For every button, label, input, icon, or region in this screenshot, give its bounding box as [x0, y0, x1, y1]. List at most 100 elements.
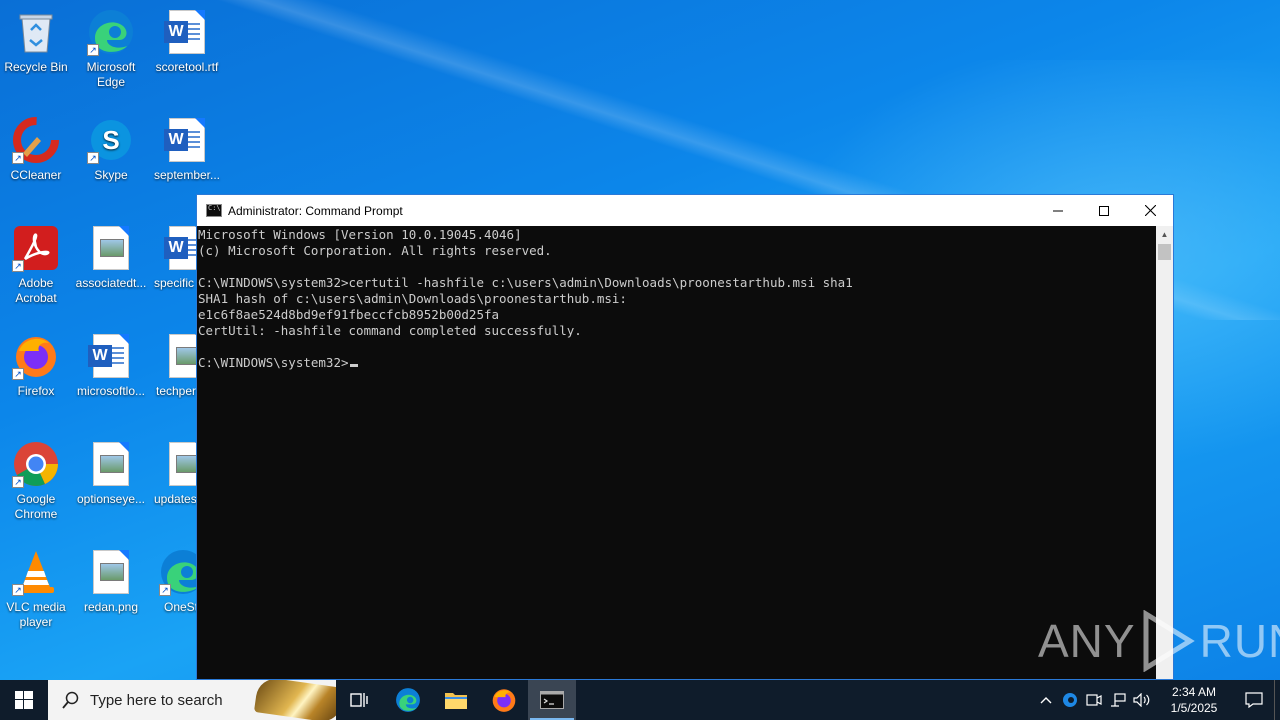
- desktop-icon-microsoft-edge[interactable]: ↗ Microsoft Edge: [73, 8, 149, 90]
- task-view-icon: [350, 693, 368, 707]
- desktop-icon-google-chrome[interactable]: ↗ Google Chrome: [0, 440, 74, 522]
- desktop-icon-label: updates: [154, 492, 196, 506]
- console-prompt: C:\WINDOWS\system32>: [198, 355, 349, 370]
- minimize-icon: [1053, 210, 1063, 211]
- vlc-icon: ↗: [12, 548, 60, 596]
- close-icon: [1144, 205, 1156, 216]
- desktop-icon-optionseye[interactable]: optionseye...: [73, 440, 149, 507]
- desktop-icon-microsoftlo[interactable]: W microsoftlo...: [73, 332, 149, 399]
- desktop-icon-label: microsoftlo...: [76, 384, 145, 398]
- edge-icon: ↗: [87, 8, 135, 56]
- desktop-icon-label: september...: [153, 168, 221, 182]
- maximize-button[interactable]: [1081, 195, 1127, 226]
- word-document-icon: W: [163, 8, 211, 56]
- anyrun-watermark: ANY RUN: [1038, 610, 1280, 672]
- console-prompt-line[interactable]: C:\WINDOWS\system32>: [198, 355, 1157, 371]
- desktop-icon-ccleaner[interactable]: ↗ CCleaner: [0, 116, 74, 183]
- desktop-icon-scoretool[interactable]: W scoretool.rtf: [149, 8, 225, 75]
- watermark-text-left: ANY: [1038, 615, 1136, 667]
- close-button[interactable]: [1127, 195, 1173, 226]
- tray-app-button[interactable]: [1058, 680, 1082, 720]
- image-file-icon: [87, 224, 135, 272]
- desktop-icon-label: redan.png: [83, 600, 139, 614]
- desktop-icon-september[interactable]: W september...: [149, 116, 225, 183]
- desktop-icon-adobe-acrobat[interactable]: ↗ Adobe Acrobat: [0, 224, 74, 306]
- command-prompt-icon[interactable]: [206, 204, 222, 217]
- search-highlight-image: [253, 680, 336, 720]
- desktop-icon-vlc[interactable]: ↗ VLC media player: [0, 548, 74, 630]
- shortcut-arrow-icon: ↗: [87, 44, 99, 56]
- word-document-icon: W: [163, 116, 211, 164]
- shortcut-arrow-icon: ↗: [12, 368, 24, 380]
- console-line: CertUtil: -hashfile command completed su…: [198, 323, 582, 338]
- play-triangle-icon: [1143, 610, 1195, 672]
- desktop-icon-redan[interactable]: redan.png: [73, 548, 149, 615]
- taskbar-clock[interactable]: 2:34 AM 1/5/2025: [1154, 684, 1234, 716]
- search-icon: [62, 691, 79, 709]
- scrollbar-thumb[interactable]: [1158, 244, 1171, 260]
- firefox-icon: [492, 689, 516, 712]
- taskbar-edge[interactable]: [384, 680, 432, 720]
- recycle-bin-icon: [12, 8, 60, 56]
- taskbar-command-prompt[interactable]: [528, 680, 576, 720]
- shortcut-arrow-icon: ↗: [12, 260, 24, 272]
- taskbar-file-explorer[interactable]: [432, 680, 480, 720]
- volume-button[interactable]: [1130, 680, 1154, 720]
- show-hidden-icons-button[interactable]: [1034, 680, 1058, 720]
- desktop-icon-label: specific: [154, 276, 195, 290]
- desktop-icon-specific[interactable]: W specific: [149, 224, 196, 291]
- desktop-icon-label: Firefox: [17, 384, 55, 398]
- command-prompt-window[interactable]: Administrator: Command Prompt Microsoft …: [196, 194, 1174, 680]
- image-file-icon: [163, 332, 196, 380]
- taskbar: Type here to search 2:34 AM 1/5/2025: [0, 680, 1280, 720]
- acrobat-icon: ↗: [12, 224, 60, 272]
- tray-meet-button[interactable]: [1082, 680, 1106, 720]
- shortcut-arrow-icon: ↗: [159, 584, 171, 596]
- desktop-icon-updates[interactable]: updates: [149, 440, 196, 507]
- console-line: e1c6f8ae524d8bd9ef91fbeccfcb8952b00d25fa: [198, 307, 500, 322]
- action-center-button[interactable]: [1234, 680, 1274, 720]
- desktop-icon-label: associatedt...: [75, 276, 147, 290]
- taskbar-firefox[interactable]: [480, 680, 528, 720]
- desktop-icon-associatedt[interactable]: associatedt...: [73, 224, 149, 291]
- edge-tray-icon: [1063, 693, 1077, 707]
- show-desktop-button[interactable]: [1274, 680, 1280, 720]
- console-line: C:\WINDOWS\system32>certutil -hashfile c…: [198, 275, 853, 290]
- window-titlebar[interactable]: Administrator: Command Prompt: [197, 195, 1173, 226]
- word-document-icon: W: [163, 224, 196, 272]
- notification-icon: [1245, 692, 1263, 708]
- desktop-icon-firefox[interactable]: ↗ Firefox: [0, 332, 74, 399]
- start-button[interactable]: [0, 680, 48, 720]
- system-tray: 2:34 AM 1/5/2025: [1034, 680, 1280, 720]
- scroll-up-arrow-icon[interactable]: ▲: [1156, 226, 1173, 243]
- watermark-text-right: RUN: [1199, 615, 1280, 667]
- desktop-icon-label: CCleaner: [10, 168, 62, 182]
- desktop-icon-skype[interactable]: S ↗ Skype: [73, 116, 149, 183]
- folder-icon: [445, 693, 467, 709]
- desktop-icon-recycle-bin[interactable]: Recycle Bin: [0, 8, 74, 75]
- command-prompt-icon: [540, 691, 564, 709]
- image-file-icon: [87, 440, 135, 488]
- desktop-icon-label: techper: [156, 384, 196, 398]
- desktop-icon-label: scoretool.rtf: [155, 60, 219, 74]
- task-view-button[interactable]: [336, 680, 384, 720]
- ccleaner-icon: ↗: [12, 116, 60, 164]
- edge-icon: ↗: [159, 548, 196, 596]
- desktop-icon-label: Adobe Acrobat: [15, 276, 57, 305]
- taskbar-search-box[interactable]: Type here to search: [48, 680, 336, 720]
- speaker-icon: [1133, 693, 1150, 707]
- firefox-icon: ↗: [12, 332, 60, 380]
- shortcut-arrow-icon: ↗: [12, 152, 24, 164]
- desktop-icon-techper[interactable]: techper: [149, 332, 196, 399]
- desktop-icon-label: Skype: [94, 168, 128, 182]
- console-output[interactable]: Microsoft Windows [Version 10.0.19045.40…: [197, 226, 1157, 679]
- desktop-icon-label: optionseye...: [76, 492, 146, 506]
- search-placeholder: Type here to search: [90, 691, 223, 709]
- skype-icon: S ↗: [87, 116, 135, 164]
- desktop-icon-label: Microsoft Edge: [86, 60, 136, 89]
- network-button[interactable]: [1106, 680, 1130, 720]
- desktop-icon-onest[interactable]: ↗ OneSt: [149, 548, 196, 615]
- minimize-button[interactable]: [1035, 195, 1081, 226]
